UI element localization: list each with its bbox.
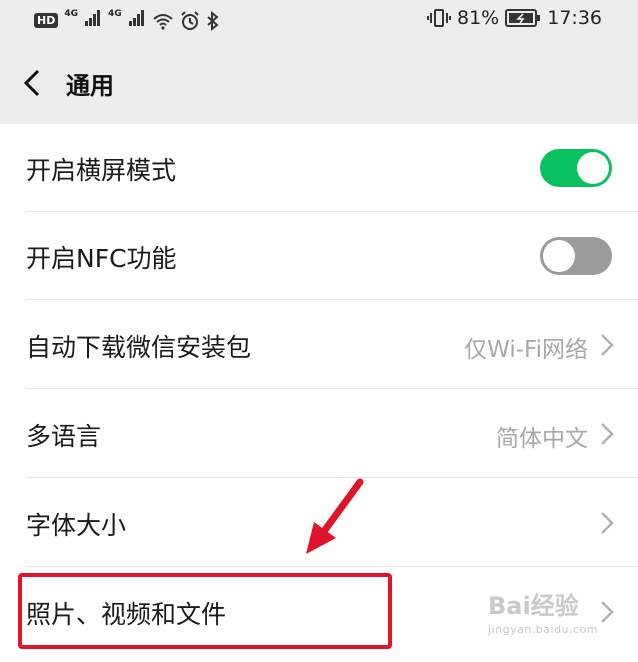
setting-label: 开启横屏模式 [26, 156, 177, 185]
row-divider [26, 299, 638, 300]
network-label-2: 4G [108, 9, 122, 19]
setting-value: 仅Wi-Fi网络 [464, 337, 588, 363]
signal-bars-icon [85, 10, 101, 26]
setting-landscape-mode[interactable]: 开启横屏模式 [0, 124, 638, 212]
back-arrow-icon[interactable] [20, 68, 46, 98]
setting-label: 自动下载微信安装包 [26, 333, 252, 362]
chevron-right-icon [601, 512, 614, 534]
signal-icon-2: 4G [108, 9, 146, 32]
toggle-knob [577, 152, 609, 184]
row-divider [26, 388, 638, 389]
nav-bar: 通用 [0, 40, 638, 124]
setting-label: 字体大小 [26, 511, 127, 540]
setting-label: 开启NFC功能 [26, 244, 177, 273]
chevron-right-icon [601, 334, 614, 356]
status-bar: HD 4G 4G 81% 17:36 [0, 0, 638, 40]
nfc-toggle[interactable] [540, 237, 612, 275]
status-right: 81% 17:36 [427, 7, 602, 29]
setting-auto-download[interactable]: 自动下载微信安装包 仅Wi-Fi网络 [0, 301, 638, 389]
watermark-sub: jingyan.baidu.com [488, 623, 599, 636]
battery-percent: 81% [457, 7, 500, 29]
wifi-icon [153, 13, 173, 30]
network-label-1: 4G [64, 9, 78, 19]
status-left: HD 4G 4G [34, 9, 220, 32]
watermark-main: Bai经验 [488, 592, 579, 620]
setting-label: 多语言 [26, 422, 102, 451]
page-title: 通用 [66, 72, 114, 100]
row-divider [26, 566, 638, 567]
setting-nfc[interactable]: 开启NFC功能 [0, 212, 638, 300]
watermark: Bai经验 jingyan.baidu.com [488, 586, 598, 636]
annotation-arrow-icon [306, 478, 364, 554]
status-time: 17:36 [547, 7, 602, 29]
signal-bars-icon-2 [128, 10, 144, 26]
highlight-box [18, 573, 392, 649]
chevron-right-icon [601, 601, 614, 623]
chevron-right-icon [601, 423, 614, 445]
battery-icon [505, 9, 541, 27]
hd-badge: HD [34, 13, 59, 28]
toggle-knob [543, 240, 575, 272]
landscape-toggle[interactable] [540, 149, 612, 187]
alarm-icon [181, 10, 199, 30]
bluetooth-icon [207, 10, 219, 31]
signal-icon-1: 4G [64, 9, 102, 32]
setting-language[interactable]: 多语言 简体中文 [0, 390, 638, 478]
setting-value: 简体中文 [496, 426, 588, 452]
vibrate-icon [427, 9, 451, 27]
